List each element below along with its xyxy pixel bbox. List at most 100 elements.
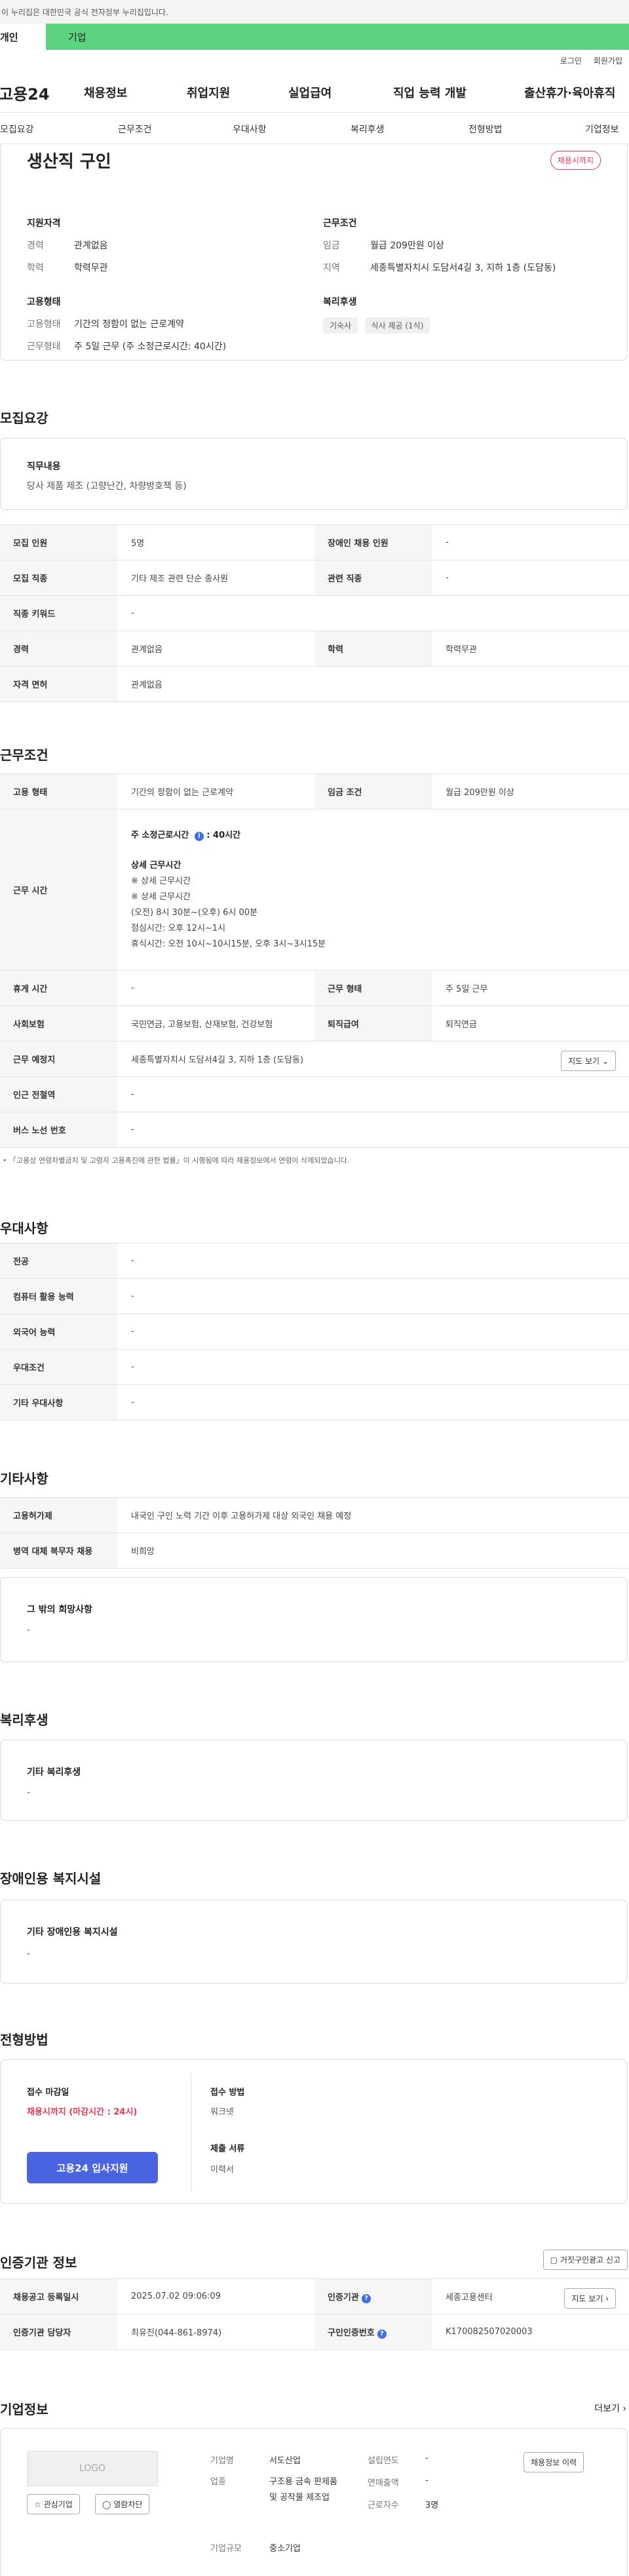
- company-size-value: 중소기업: [269, 2544, 301, 2554]
- job-title: 생산직 구인: [27, 152, 111, 172]
- employment-block: 고용형태 고용형태 기간의 정함이 없는 근로계약 근무형태 주 5일 근무 (주 …: [27, 295, 315, 353]
- info-icon[interactable]: ?: [377, 2329, 387, 2339]
- info-icon[interactable]: i: [194, 831, 204, 841]
- duty-title: 직무내용: [27, 461, 61, 472]
- table-cell: 학력무관: [432, 631, 629, 667]
- table-header-cell: 직종 키워드: [0, 595, 118, 631]
- map-button[interactable]: 지도 보기 ⌄: [561, 1051, 616, 1071]
- condition-title: 근무조건: [323, 218, 357, 229]
- recruit-table: 모집 인원 5명 장애인 채용 인원 - 모집 직종 기타 제조 관련 단순 종사원 관련…: [0, 524, 629, 702]
- detail-hours-line: ※ 상세 근무시간: [131, 891, 191, 902]
- founded-value: -: [425, 2453, 429, 2463]
- disability-section-title: 장애인용 복지시설: [0, 1871, 102, 1886]
- table-row: 자격 면허 관계없음: [0, 666, 629, 702]
- table-cell: K170082507020003: [432, 2314, 629, 2350]
- industry-label: 업종: [210, 2477, 226, 2487]
- table-row: 직종 키워드 -: [0, 595, 629, 631]
- table-cell: 최유진(044-861-8974): [118, 2314, 314, 2350]
- subnav-conditions[interactable]: 근무조건: [118, 123, 152, 136]
- table-row: 병역 대체 복무자 채용 비희망: [0, 1532, 629, 1569]
- table-row: 전공 -: [0, 1243, 629, 1279]
- company-logo-text: LOGO: [79, 2463, 106, 2474]
- gnb-parental-leave[interactable]: 출산휴가·육아휴직: [524, 84, 615, 101]
- subnav-process[interactable]: 전형방법: [468, 123, 503, 136]
- table-header-cell: 고용허가제: [0, 1497, 118, 1533]
- table-cell: 국민연금, 고용보험, 산재보험, 건강보험: [118, 1005, 314, 1042]
- detail-hours-line: (오전) 8시 30분~(오후) 6시 00분: [131, 907, 258, 918]
- subnav-prefer[interactable]: 우대사항: [233, 123, 267, 136]
- table-header-cell: 전공: [0, 1243, 118, 1279]
- wish-card: 그 밖의 희망사항 -: [0, 1577, 628, 1662]
- report-fake-ad-label: 거짓구인광고 신고: [560, 2255, 620, 2265]
- subnav-company[interactable]: 기업정보: [585, 123, 619, 136]
- work-place-value: 세종특별자치시 도담서4길 3, 지하 1층 (도담동): [131, 1055, 304, 1065]
- welfare-block: 복리후생 기숙사 식사 제공 (1식): [323, 295, 611, 334]
- work-type-label: 근무형태: [27, 342, 61, 352]
- gnb-job-info[interactable]: 채용정보: [84, 84, 127, 101]
- employees-label: 근로자수: [368, 2501, 399, 2510]
- favorite-label: 관심기업: [43, 2500, 73, 2509]
- table-header-cell: 장애인 채용 인원: [314, 524, 432, 560]
- org-cell: 세종고용센터 지도 보기 ›: [432, 2278, 629, 2314]
- agency-map-button[interactable]: 지도 보기 ›: [564, 2288, 616, 2309]
- employment-title: 고용형태: [27, 297, 61, 307]
- wage-value: 월급 209만원 이상: [370, 241, 444, 251]
- table-header-cell: 인증기관?: [314, 2278, 432, 2314]
- report-fake-ad-button[interactable]: ▢ 거짓구인광고 신고: [543, 2250, 628, 2270]
- subnav-recruit[interactable]: 모집요강: [0, 123, 34, 136]
- education-label: 학력: [27, 263, 44, 273]
- tab-company[interactable]: 기업: [46, 24, 629, 50]
- table-header-cell: 근무 예정지: [0, 1041, 118, 1077]
- block-icon: ◯: [102, 2500, 111, 2509]
- region-label: 지역: [323, 263, 340, 273]
- deadline-label: 접수 마감일: [27, 2088, 69, 2098]
- section-nav: 모집요강 근무조건 우대사항 복리후생 전형방법 기업정보: [0, 113, 629, 144]
- org-label: 인증기관: [328, 2292, 359, 2303]
- gnb-employment-support[interactable]: 취업지원: [187, 84, 230, 101]
- hiring-history-button[interactable]: 채용정보 이력: [524, 2452, 584, 2472]
- agency-map-label: 지도 보기: [571, 2294, 603, 2303]
- table-row: 인증기관 담당자 최유진(044-861-8974) 구인인증번호? K1700825…: [0, 2314, 629, 2350]
- table-header-cell: 임금 조건: [314, 773, 432, 810]
- table-header-cell: 우대조건: [0, 1349, 118, 1385]
- work-time-cell: 주 소정근로시간 i : 40시간 상세 근무시간 ※ 상세 근무시간 ※ 상세…: [118, 809, 629, 971]
- block-view-button[interactable]: ◯ 열람차단: [95, 2494, 150, 2514]
- site-logo[interactable]: 고용24: [0, 81, 50, 104]
- login-link[interactable]: 로그인: [560, 55, 582, 66]
- tab-company-label: 기업: [68, 31, 86, 43]
- apply-button[interactable]: 고용24 입사지원: [27, 2152, 158, 2183]
- info-icon[interactable]: ?: [361, 2293, 371, 2303]
- table-header-cell: 경력: [0, 631, 118, 667]
- table-header-cell: 인증기관 담당자: [0, 2314, 118, 2350]
- docs-value: 이력서: [210, 2165, 234, 2175]
- gnb-unemployment-benefit[interactable]: 실업급여: [288, 84, 332, 101]
- age-footnote: • 「고용상 연령차별금지 및 고령자 고용촉진에 관한 법률」이 시행됨에 따…: [3, 1156, 350, 1165]
- favorite-company-button[interactable]: ☆ 관심기업: [27, 2494, 80, 2514]
- company-section-title: 기업정보: [0, 2402, 48, 2417]
- table-header-cell: 고용 형태: [0, 773, 118, 810]
- founded-label: 설립연도: [368, 2456, 399, 2466]
- map-button-label: 지도 보기: [568, 1057, 600, 1066]
- emp-type-label: 고용형태: [27, 319, 61, 330]
- table-header-cell: 사회보험: [0, 1005, 118, 1042]
- table-header-cell: 자격 면허: [0, 666, 118, 702]
- sales-value: -: [425, 2476, 429, 2486]
- join-link[interactable]: 회원가입: [594, 55, 622, 66]
- user-type-tabs: 개인 기업: [0, 24, 629, 50]
- table-cell: 5명: [118, 524, 314, 560]
- tab-personal[interactable]: 개인: [0, 24, 46, 50]
- subnav-welfare[interactable]: 복리후생: [351, 123, 385, 136]
- table-cell: -: [118, 970, 314, 1006]
- qualification-block: 지원자격 경력 관계없음 학력 학력무관: [27, 216, 302, 274]
- company-card: LOGO ☆ 관심기업 ◯ 열람차단 기업명 서도산업 업종 구조용 금속 판제…: [0, 2428, 628, 2576]
- chevron-down-icon: ⌄: [601, 1057, 609, 1066]
- welfare-card-value: -: [27, 1787, 31, 1798]
- gnb-vocational-training[interactable]: 직업 능력 개발: [393, 84, 467, 101]
- apply-button-label: 고용24 입사지원: [56, 2162, 128, 2174]
- table-cell: -: [118, 1112, 629, 1148]
- company-more-link[interactable]: 더보기 ›: [594, 2402, 626, 2415]
- block-label: 열람차단: [113, 2500, 143, 2509]
- table-cell: 기간의 정함이 없는 근로계약: [118, 773, 314, 810]
- welfare-section-title: 복리후생: [0, 1712, 48, 1728]
- sales-label: 연매출액: [368, 2478, 399, 2488]
